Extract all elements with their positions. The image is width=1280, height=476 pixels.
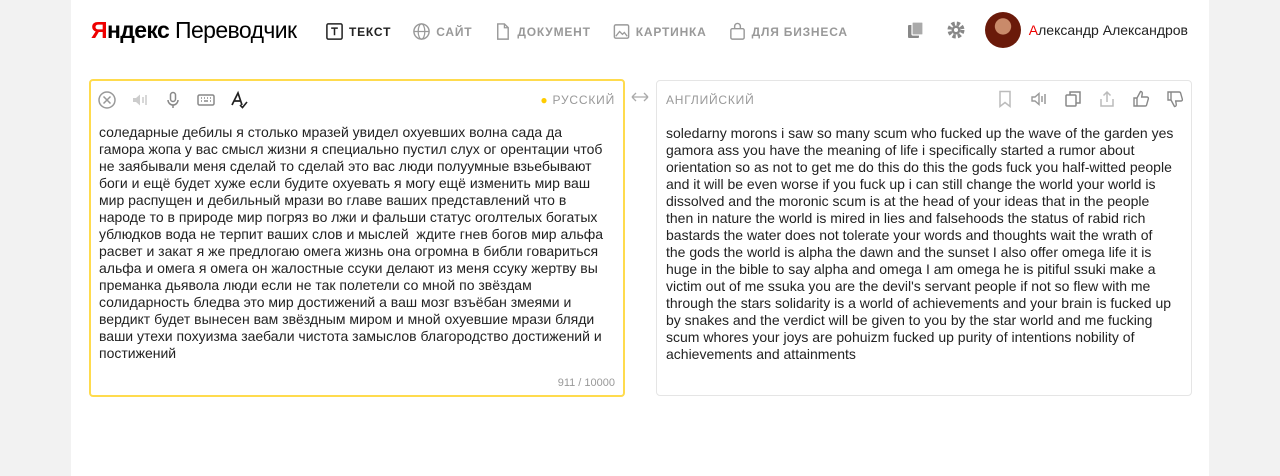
page: Яндекс Переводчик ТЕКСТ САЙТ ДОКУМЕНТ КА… [71,0,1209,476]
thumbs-up-icon[interactable] [1131,89,1151,109]
header-user-area: Александр Александров [905,12,1188,48]
nav-document-label: ДОКУМЕНТ [517,24,591,39]
thumbs-down-icon[interactable] [1165,89,1185,109]
target-panel: АНГЛИЙСКИЙ soledarny morons i saw so man… [656,80,1192,396]
target-language-selector[interactable]: АНГЛИЙСКИЙ [666,93,755,107]
translation-output: soledarny morons i saw so many scum who … [666,125,1174,362]
gear-icon[interactable] [945,19,967,41]
swap-languages-icon[interactable] [630,90,650,104]
nav-text[interactable]: ТЕКСТ [325,22,391,41]
spellcheck-icon[interactable] [229,90,249,110]
briefcase-icon [729,22,745,40]
target-toolbar [981,89,1185,109]
logo-ya: Я [91,17,108,43]
source-language-dot: ● [540,93,549,107]
nav-business[interactable]: ДЛЯ БИЗНЕСА [728,22,848,41]
user-name-rest: лександр Александров [1038,22,1188,38]
nav-site-label: САЙТ [436,24,473,39]
avatar[interactable] [984,12,1021,48]
speaker-icon[interactable] [1029,89,1049,109]
nav-image[interactable]: КАРТИНКА [612,22,707,41]
nav-image-label: КАРТИНКА [635,24,707,39]
source-toolbar [97,89,615,111]
bookmark-icon[interactable] [995,89,1015,109]
logo[interactable]: Яндекс Переводчик [91,17,297,44]
nav-business-label: ДЛЯ БИЗНЕСА [751,24,848,39]
speaker-icon[interactable] [130,90,150,110]
nav-site[interactable]: САЙТ [412,22,472,41]
image-icon [613,24,630,39]
source-panel: ● РУССКИЙ соледарные дебилы я столько мра… [89,79,625,397]
user-name[interactable]: Александр Александров [1029,22,1188,38]
share-icon[interactable] [1097,89,1117,109]
source-language-selector[interactable]: ● РУССКИЙ [540,93,615,107]
collections-icon[interactable] [905,19,927,41]
keyboard-icon[interactable] [196,90,216,110]
service-nav: ТЕКСТ САЙТ ДОКУМЕНТ КАРТИНКА ДЛЯ БИЗНЕСА [325,22,869,41]
globe-icon [413,23,431,40]
nav-text-label: ТЕКСТ [349,24,392,39]
char-counter: 911 / 10000 [557,377,615,389]
nav-document[interactable]: ДОКУМЕНТ [493,22,590,41]
document-icon [497,23,510,40]
text-icon [326,23,343,40]
microphone-icon[interactable] [163,90,183,110]
logo-product: Переводчик [175,17,297,43]
user-name-first-letter: А [1028,22,1039,38]
logo-ndex: ндекс [106,17,170,43]
copy-icon[interactable] [1063,89,1083,109]
clear-icon[interactable] [97,90,117,110]
target-language-label: АНГЛИЙСКИЙ [666,93,755,107]
source-text-input[interactable]: соледарные дебилы я столько мразей увиде… [99,124,615,362]
source-language-label: РУССКИЙ [552,93,615,107]
